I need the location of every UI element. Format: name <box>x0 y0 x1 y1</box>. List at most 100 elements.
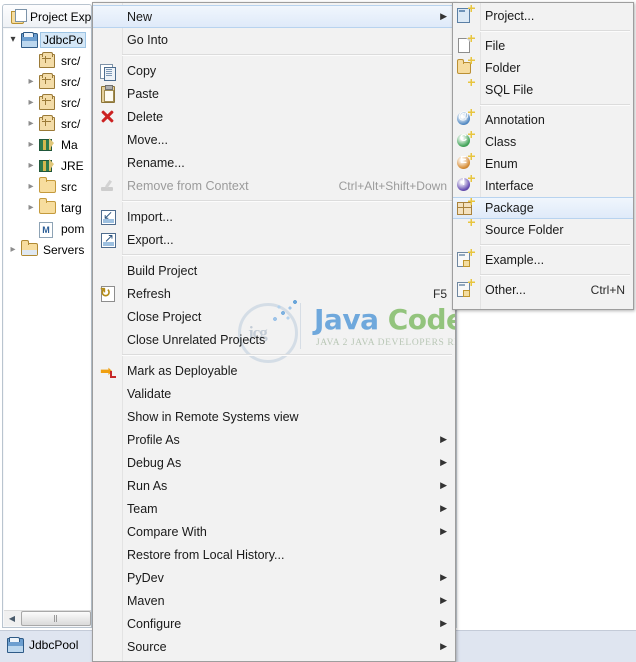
menu-item-go-into[interactable]: Go Into <box>93 28 455 51</box>
remove-context-icon <box>98 177 116 194</box>
new-file-icon <box>457 35 475 53</box>
menu-item-configure[interactable]: Configure ▶ <box>93 612 455 635</box>
menu-item-maven[interactable]: Maven ▶ <box>93 589 455 612</box>
tree-item-jre[interactable]: JRE <box>4 155 91 176</box>
menu-item-label: Folder <box>485 61 521 75</box>
menu-item-label: Copy <box>127 63 157 78</box>
chevron-right-icon[interactable] <box>24 182 38 192</box>
context-menu[interactable]: jcg Java Code Geeks JAVA 2 JAVA DEVELOPE… <box>92 2 456 662</box>
tree-item-src[interactable]: src/ <box>4 71 91 92</box>
menu-item-label: Validate <box>127 386 172 401</box>
menu-item-label: Source Folder <box>485 223 564 237</box>
tree-item-label: JRE <box>61 158 84 173</box>
chevron-right-icon: ▶ <box>440 503 447 513</box>
menu-item-class[interactable]: Class <box>453 131 633 153</box>
menu-item-paste[interactable]: Paste <box>93 82 455 105</box>
tree-item-label: src/ <box>61 53 81 68</box>
chevron-left-icon[interactable]: ◀ <box>4 611 20 626</box>
chevron-right-icon: ▶ <box>440 480 447 490</box>
menu-item-label: Close Project <box>127 309 202 324</box>
menu-item-shortcut: Ctrl+Alt+Shift+Down <box>338 178 447 193</box>
tree-item-src[interactable]: src/ <box>4 113 91 134</box>
chevron-right-icon: ▶ <box>440 434 447 444</box>
tree-item-servers[interactable]: Servers <box>4 239 91 260</box>
menu-item-build-project[interactable]: Build Project <box>93 259 455 282</box>
tree-item-pom[interactable]: pom <box>4 218 91 239</box>
tree-item-ma[interactable]: Ma <box>4 134 91 155</box>
project-tree[interactable]: JdbcPo src/src/src/src/Ma JRE src targ pom Ser… <box>4 29 91 610</box>
menu-item-mark-as-deployable[interactable]: Mark as Deployable <box>93 359 455 382</box>
menu-item-enum[interactable]: Enum <box>453 153 633 175</box>
menu-item-profile-as[interactable]: Profile As ▶ <box>93 428 455 451</box>
menu-item-label: Project... <box>485 9 535 23</box>
chevron-right-icon[interactable] <box>24 77 38 87</box>
menu-item-label: Move... <box>127 132 168 147</box>
tree-horizontal-scrollbar[interactable]: ◀ <box>4 610 91 626</box>
menu-item-close-project[interactable]: Close Project <box>93 305 455 328</box>
menu-item-label: Run As <box>127 478 168 493</box>
menu-item-restore-from-local-history[interactable]: Restore from Local History... <box>93 543 455 566</box>
tree-item-label: src/ <box>61 74 81 89</box>
menu-item-refresh[interactable]: Refresh F5 <box>93 282 455 305</box>
menu-item-export[interactable]: Export... <box>93 228 455 251</box>
menu-item-close-unrelated-projects[interactable]: Close Unrelated Projects <box>93 328 455 351</box>
menu-item-compare-with[interactable]: Compare With ▶ <box>93 520 455 543</box>
tree-item-src[interactable]: src/ <box>4 92 91 113</box>
chevron-right-icon[interactable] <box>24 161 38 171</box>
menu-separator <box>122 200 452 202</box>
tree-item-targ[interactable]: targ <box>4 197 91 218</box>
tree-item-src[interactable]: src/ <box>4 50 91 71</box>
new-other-icon <box>457 279 475 297</box>
menu-item-interface[interactable]: Interface <box>453 175 633 197</box>
chevron-right-icon: ▶ <box>440 618 447 628</box>
menu-item-copy[interactable]: Copy <box>93 59 455 82</box>
chevron-right-icon[interactable] <box>24 98 38 108</box>
scrollbar-thumb[interactable] <box>21 611 91 626</box>
menu-item-package[interactable]: Package <box>453 197 633 219</box>
chevron-down-icon[interactable] <box>6 35 20 45</box>
menu-item-run-as[interactable]: Run As ▶ <box>93 474 455 497</box>
menu-item-label: PyDev <box>127 570 164 585</box>
menu-item-annotation[interactable]: Annotation <box>453 109 633 131</box>
menu-item-rename[interactable]: Rename... <box>93 151 455 174</box>
chevron-right-icon[interactable] <box>24 140 38 150</box>
menu-item-debug-as[interactable]: Debug As ▶ <box>93 451 455 474</box>
package-icon <box>38 114 56 132</box>
menu-item-show-in-remote-systems-view[interactable]: Show in Remote Systems view <box>93 405 455 428</box>
menu-item-label: New <box>127 9 153 24</box>
tree-item-src[interactable]: src <box>4 176 91 197</box>
tree-item-label: Ma <box>61 137 78 152</box>
new-annotation-icon <box>457 109 475 127</box>
menu-item-pydev[interactable]: PyDev ▶ <box>93 566 455 589</box>
chevron-right-icon[interactable] <box>6 245 20 255</box>
folder-icon <box>38 197 56 216</box>
new-submenu[interactable]: Project... File Folder SQL File Annotation Cl… <box>452 2 634 310</box>
menu-item-move[interactable]: Move... <box>93 128 455 151</box>
tab-project-explorer[interactable]: Project Expl <box>7 7 92 27</box>
menu-item-sql-file[interactable]: SQL File <box>453 79 633 101</box>
tree-item-label: src/ <box>61 95 81 110</box>
project-explorer-icon <box>11 9 27 24</box>
menu-item-label: Paste <box>127 86 159 101</box>
tab-label: Project Expl <box>30 10 92 24</box>
menu-item-file[interactable]: File <box>453 35 633 57</box>
menu-item-validate[interactable]: Validate <box>93 382 455 405</box>
menu-item-folder[interactable]: Folder <box>453 57 633 79</box>
menu-item-label: Go Into <box>127 32 168 47</box>
menu-item-import[interactable]: Import... <box>93 205 455 228</box>
tree-item-jdbcpo[interactable]: JdbcPo <box>4 29 91 50</box>
menu-item-delete[interactable]: Delete <box>93 105 455 128</box>
new-class-icon <box>457 131 475 149</box>
chevron-right-icon[interactable] <box>24 119 38 129</box>
menu-item-example[interactable]: Example... <box>453 249 633 271</box>
menu-item-new[interactable]: New ▶ <box>93 5 455 28</box>
chevron-right-icon[interactable] <box>24 203 38 213</box>
menu-item-label: Annotation <box>485 113 545 127</box>
menu-item-source-folder[interactable]: Source Folder <box>453 219 633 241</box>
menu-item-other[interactable]: Other... Ctrl+N <box>453 279 633 301</box>
menu-item-project[interactable]: Project... <box>453 5 633 27</box>
menu-item-label: SQL File <box>485 83 534 97</box>
project-explorer-view: Project Expl JdbcPo src/src/src/src/Ma JRE… <box>2 4 92 628</box>
menu-item-team[interactable]: Team ▶ <box>93 497 455 520</box>
menu-item-source[interactable]: Source ▶ <box>93 635 455 658</box>
